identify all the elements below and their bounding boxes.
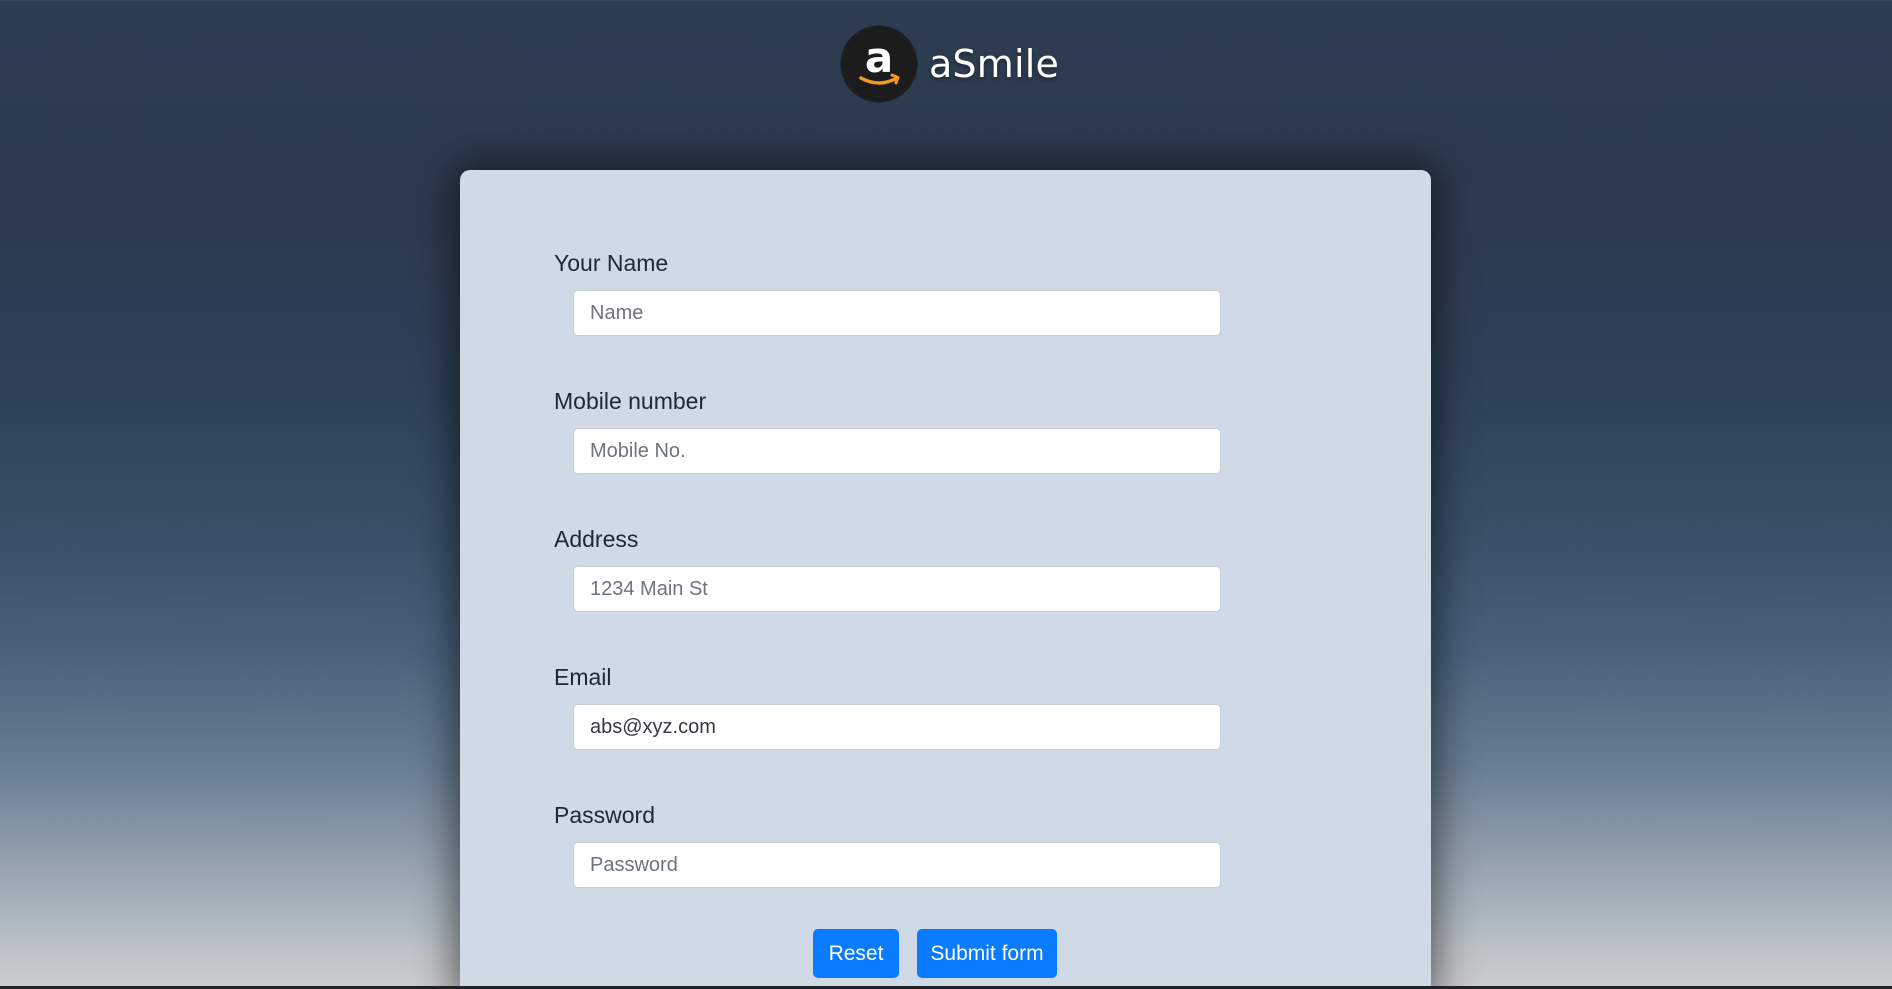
mobile-label: Mobile number — [554, 388, 707, 414]
submit-button[interactable]: Submit form — [917, 929, 1057, 978]
brand-name: aSmile — [928, 42, 1060, 86]
password-input[interactable] — [573, 842, 1221, 888]
brand-group: a aSmile — [840, 26, 1060, 102]
amazon-smile-icon: a — [859, 33, 900, 85]
mobile-input[interactable] — [573, 428, 1221, 474]
email-label: Email — [554, 664, 612, 690]
email-input[interactable] — [573, 704, 1221, 750]
address-input[interactable] — [573, 566, 1221, 612]
logo-letter: a — [865, 33, 893, 82]
password-label: Password — [554, 802, 655, 828]
brand-header: a aSmile — [0, 26, 1892, 102]
address-label: Address — [554, 526, 639, 552]
name-label: Your Name — [554, 250, 669, 276]
reset-button[interactable]: Reset — [813, 929, 899, 978]
signup-form-card: Your Name Mobile number Address Email Pa… — [460, 170, 1431, 989]
logo: a — [840, 26, 917, 102]
name-input[interactable] — [573, 290, 1221, 336]
